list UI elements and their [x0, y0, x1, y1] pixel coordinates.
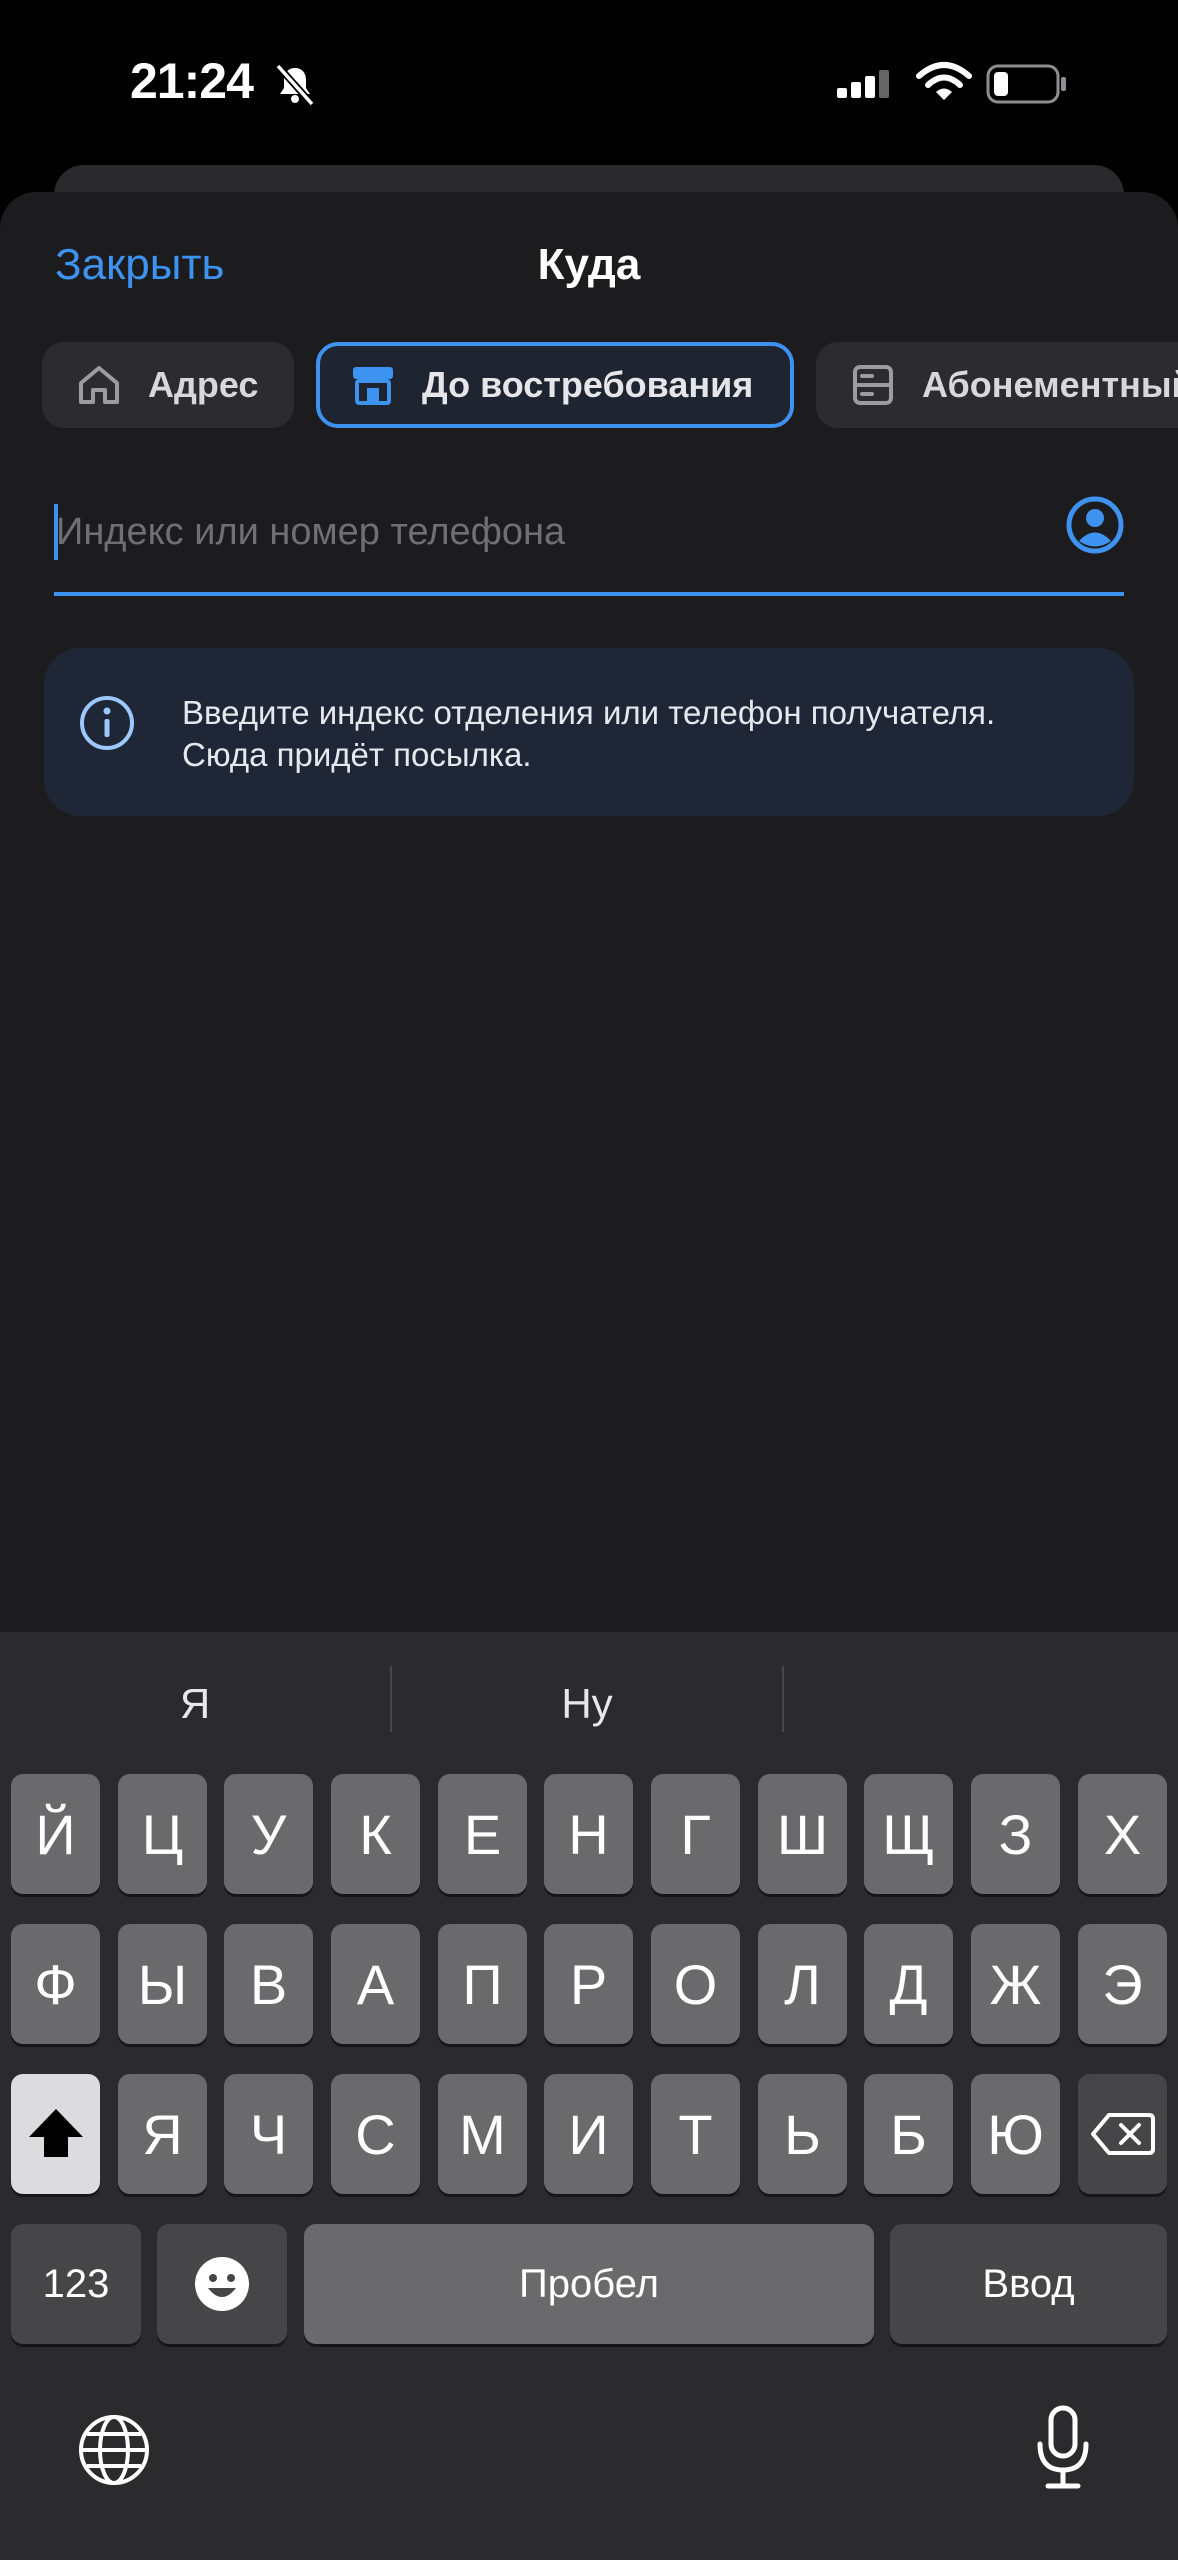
key[interactable]: Л	[758, 1924, 847, 2044]
key[interactable]: Н	[544, 1774, 633, 1894]
suggestion-divider	[782, 1666, 784, 1732]
suggestion-1[interactable]: Я	[0, 1680, 390, 1728]
tab-po-box-label: Абонементный ящик	[922, 364, 1178, 405]
bell-slash-icon	[275, 63, 315, 107]
tab-po-box[interactable]: Абонементный ящик	[816, 342, 1178, 428]
key[interactable]: Ы	[118, 1924, 207, 2044]
key[interactable]: Е	[438, 1774, 527, 1894]
info-text: Введите индекс отделения или телефон пол…	[182, 694, 996, 773]
key[interactable]: Э	[1078, 1924, 1167, 2044]
key[interactable]: С	[331, 2074, 420, 2194]
storefront-icon	[353, 367, 393, 405]
key[interactable]: Г	[651, 1774, 740, 1894]
key[interactable]: В	[224, 1924, 313, 2044]
key[interactable]: Я	[118, 2074, 207, 2194]
contact-person-icon[interactable]	[1066, 496, 1124, 554]
backspace-icon	[1090, 2113, 1155, 2155]
keyboard: Я Ну Й Ц У К Е Н Г Ш Щ З Х Ф Ы В А П Р О…	[0, 1632, 1178, 2560]
key[interactable]: К	[331, 1774, 420, 1894]
key[interactable]: Д	[864, 1924, 953, 2044]
search-field	[54, 482, 1124, 596]
key[interactable]: Ш	[758, 1774, 847, 1894]
key[interactable]: Х	[1078, 1774, 1167, 1894]
suggestion-2[interactable]: Ну	[392, 1680, 782, 1728]
emoji-face-icon	[195, 2257, 249, 2311]
key[interactable]: Ю	[971, 2074, 1060, 2194]
microphone-icon[interactable]	[1032, 2404, 1094, 2492]
key[interactable]: У	[224, 1774, 313, 1894]
key[interactable]: П	[438, 1924, 527, 2044]
key[interactable]: Й	[11, 1774, 100, 1894]
key[interactable]: Щ	[864, 1774, 953, 1894]
cabinet-icon	[853, 365, 893, 405]
battery-icon	[986, 64, 1066, 104]
key[interactable]: А	[331, 1924, 420, 2044]
emoji-key[interactable]	[157, 2224, 287, 2344]
wifi-icon	[916, 62, 972, 100]
cellular-signal-icon	[837, 70, 889, 98]
return-key[interactable]: Ввод	[890, 2224, 1167, 2344]
tab-address[interactable]: Адрес	[42, 342, 294, 428]
key[interactable]: Б	[864, 2074, 953, 2194]
key[interactable]: Ь	[758, 2074, 847, 2194]
key[interactable]: З	[971, 1774, 1060, 1894]
key[interactable]: О	[651, 1924, 740, 2044]
tab-poste-restante[interactable]: До востребования	[316, 342, 794, 428]
space-key[interactable]: Пробел	[304, 2224, 874, 2344]
tab-poste-restante-label: До востребования	[422, 364, 754, 405]
info-icon	[80, 696, 134, 750]
key[interactable]: Р	[544, 1924, 633, 2044]
key[interactable]: Ж	[971, 1924, 1060, 2044]
key[interactable]: Ч	[224, 2074, 313, 2194]
key[interactable]: И	[544, 2074, 633, 2194]
key[interactable]: Т	[651, 2074, 740, 2194]
key[interactable]: М	[438, 2074, 527, 2194]
shift-arrow-icon	[28, 2109, 83, 2157]
info-banner: Введите индекс отделения или телефон пол…	[44, 648, 1134, 816]
tab-address-label: Адрес	[148, 364, 259, 405]
key[interactable]: Ц	[118, 1774, 207, 1894]
shift-key[interactable]	[11, 2074, 100, 2194]
sheet-title: Куда	[537, 240, 641, 289]
backspace-key[interactable]	[1078, 2074, 1167, 2194]
key[interactable]: Ф	[11, 1924, 100, 2044]
house-icon	[79, 366, 119, 404]
index-or-phone-input[interactable]	[54, 496, 1018, 568]
status-time: 21:24	[130, 53, 254, 109]
globe-icon[interactable]	[76, 2412, 152, 2488]
numbers-key[interactable]: 123	[11, 2224, 141, 2344]
